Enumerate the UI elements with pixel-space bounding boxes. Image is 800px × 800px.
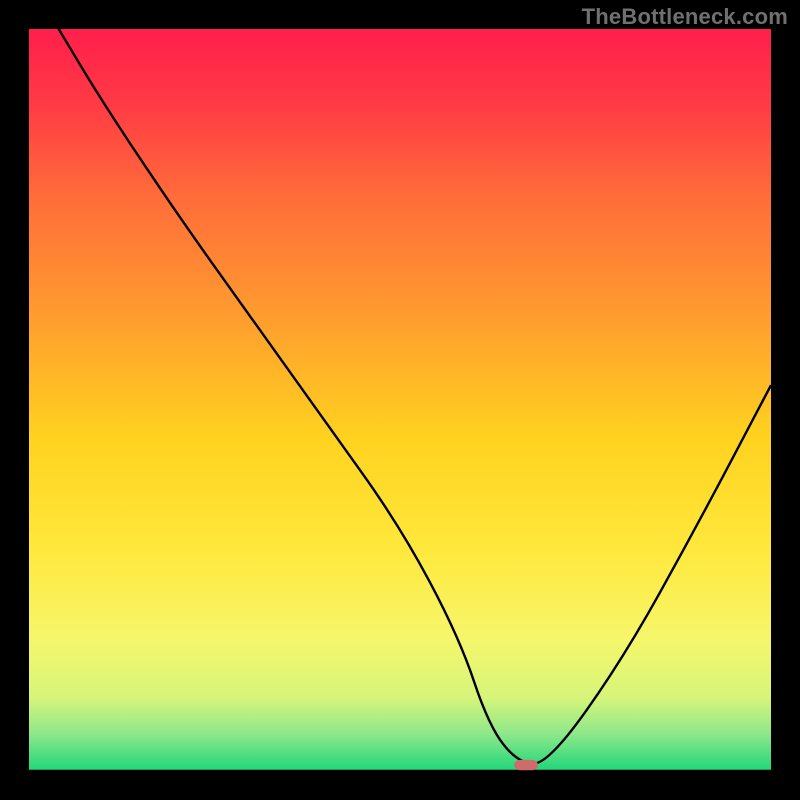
chart-frame: TheBottleneck.com bbox=[0, 0, 800, 800]
bottleneck-chart bbox=[29, 29, 771, 771]
chart-background bbox=[29, 29, 771, 771]
watermark-text: TheBottleneck.com bbox=[582, 4, 788, 30]
optimal-marker bbox=[514, 760, 538, 770]
